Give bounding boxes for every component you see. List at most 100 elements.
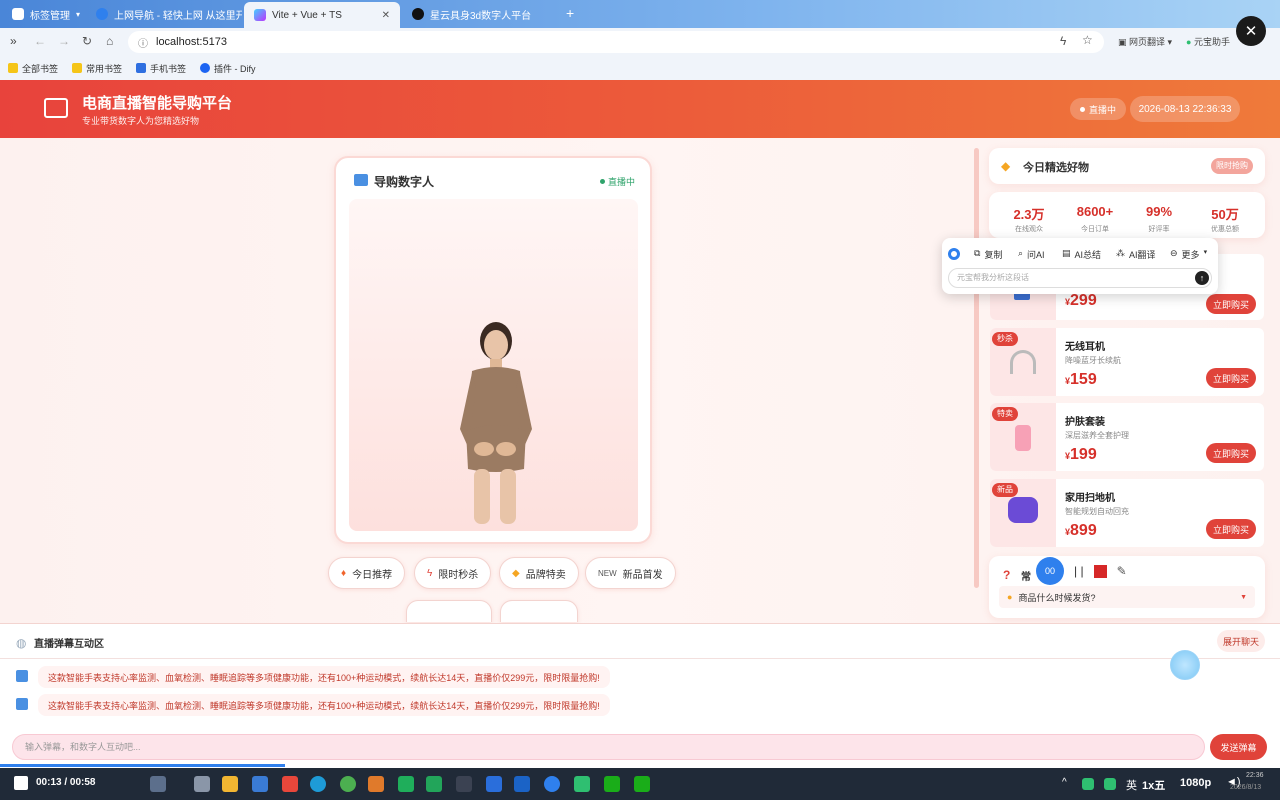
- taskview-icon[interactable]: [194, 776, 210, 792]
- url-field[interactable]: ⓘ localhost:5173: [128, 31, 1104, 53]
- home-icon[interactable]: ⌂: [106, 34, 113, 48]
- star-icon: [8, 63, 18, 73]
- terminal-icon[interactable]: [398, 776, 414, 792]
- code-editor-icon[interactable]: [486, 776, 502, 792]
- app-icon[interactable]: [368, 776, 384, 792]
- ask-ai-button[interactable]: ⌕ 问AI: [1018, 248, 1045, 261]
- vscode-icon[interactable]: [514, 776, 530, 792]
- new-tab-button[interactable]: +: [566, 5, 574, 21]
- reload-icon[interactable]: ↻: [82, 34, 92, 48]
- stop-icon[interactable]: [1093, 564, 1107, 578]
- danmaku-message: 这款智能手表支持心率监测、血氧检测、睡眠追踪等多项健康功能，还有100+种运动模…: [38, 666, 610, 688]
- store-icon[interactable]: [252, 776, 268, 792]
- copy-button[interactable]: ⧉ 复制: [974, 248, 1002, 261]
- chevron-down-icon: ▼: [1240, 593, 1247, 601]
- cart-icon: [44, 98, 68, 118]
- buy-button[interactable]: 立即购买: [1206, 443, 1256, 463]
- widget-icon[interactable]: [150, 776, 166, 792]
- quality-selector[interactable]: 1080p: [1180, 777, 1211, 789]
- chat-app-icon[interactable]: [604, 776, 620, 792]
- close-tab-icon[interactable]: ✕: [382, 10, 390, 21]
- new-icon: NEW: [598, 568, 617, 578]
- tag-icon: ◆: [512, 567, 520, 579]
- close-overlay-button[interactable]: ✕: [1236, 16, 1266, 46]
- product-card: 秒杀 无线耳机 降噪蓝牙长续航 ¥159 立即购买: [990, 328, 1264, 396]
- bookmark-icon: [136, 63, 147, 73]
- flash-sale-button[interactable]: ϟ 限时秒杀: [414, 557, 492, 589]
- bookmark-common[interactable]: 常用书签: [72, 62, 122, 75]
- danmaku-input[interactable]: 输入弹幕，和数字人互动吧...: [12, 734, 1205, 760]
- floating-assistant-icon[interactable]: [1170, 650, 1200, 680]
- translate-icon: ⁂: [1116, 248, 1125, 258]
- sidebar-toggle-icon[interactable]: »: [10, 34, 17, 48]
- tray-icon[interactable]: [1104, 778, 1116, 790]
- dify-icon: [200, 63, 211, 73]
- wechat-icon[interactable]: [574, 776, 590, 792]
- more-button[interactable]: ⊖ 更多 ▾: [1170, 248, 1207, 261]
- live-badge: 直播中: [1070, 98, 1127, 120]
- assistant-button[interactable]: ● 元宝助手: [1186, 35, 1230, 48]
- partial-action-button[interactable]: [406, 600, 492, 622]
- bookmark-dify[interactable]: 插件 - Dify: [200, 62, 256, 75]
- copy-icon: ⧉: [974, 248, 981, 258]
- buy-button[interactable]: 立即购买: [1206, 519, 1256, 539]
- ai-prompt-input[interactable]: 元宝帮我分析这段话 ↑: [948, 268, 1212, 288]
- app-subtitle: 专业带货数字人为您精选好物: [82, 116, 200, 126]
- bookmark-all[interactable]: 全部书签: [8, 62, 58, 75]
- goods-header-card: ◆ 今日精选好物 限时抢购: [989, 148, 1265, 184]
- shopping-bag-icon: [354, 174, 368, 186]
- tray-icon[interactable]: [1082, 778, 1094, 790]
- bookmarks-bar: 全部书签 常用书签 手机书签 插件 - Dify: [0, 56, 1280, 80]
- send-danmaku-button[interactable]: 发送弹幕: [1210, 734, 1267, 760]
- tab-bookmark-manager[interactable]: 标签管理 ▾: [2, 2, 84, 26]
- brand-sale-button[interactable]: ◆ 品牌特卖: [499, 557, 579, 589]
- avatar-card: 导购数字人 直播中: [334, 156, 652, 544]
- avatar-panel-title: 导购数字人: [374, 175, 435, 189]
- question-icon: ?: [1003, 568, 1011, 582]
- browser-icon[interactable]: [340, 776, 356, 792]
- folder-icon[interactable]: [222, 776, 238, 792]
- pause-icon[interactable]: | |: [1074, 564, 1084, 578]
- tab-vite-app[interactable]: Vite + Vue + TS ✕: [244, 2, 400, 28]
- tab-digital-human[interactable]: 星云具身3d数字人平台: [402, 2, 558, 26]
- star-icon[interactable]: ☆: [1082, 33, 1093, 47]
- playback-time: 00:13 / 00:58: [36, 777, 96, 788]
- lightning-icon[interactable]: ϟ: [1060, 34, 1066, 48]
- new-arrival-button[interactable]: NEW 新品首发: [585, 557, 676, 589]
- today-recommend-button[interactable]: ♦ 今日推荐: [328, 557, 406, 589]
- playback-progress[interactable]: [0, 764, 285, 767]
- app-icon[interactable]: [426, 776, 442, 792]
- playback-speed[interactable]: 1x五: [1142, 777, 1165, 793]
- chevron-up-icon[interactable]: ^: [1062, 777, 1067, 788]
- scroll-indicator: [974, 148, 979, 588]
- record-timer[interactable]: 00: [1036, 557, 1064, 585]
- partial-action-button[interactable]: [500, 600, 578, 622]
- ai-translate-button[interactable]: ⁂ AI翻译: [1116, 248, 1156, 261]
- app-title: 电商直播智能导购平台: [82, 95, 233, 112]
- back-icon[interactable]: ←: [34, 34, 46, 48]
- faq-item[interactable]: ● 商品什么时候发货? ▼: [999, 586, 1255, 608]
- sidebar-icon: [12, 8, 24, 20]
- buy-button[interactable]: 立即购买: [1206, 294, 1256, 314]
- pen-icon[interactable]: ✎: [1117, 564, 1127, 578]
- bookmark-mobile[interactable]: 手机书签: [136, 62, 186, 75]
- product-card: 特卖 护肤套装 深层滋养全套护理 ¥199 立即购买: [990, 403, 1264, 471]
- pause-icon[interactable]: [14, 776, 28, 790]
- buy-button[interactable]: 立即购买: [1206, 368, 1256, 388]
- tab-navigation[interactable]: 上网导航 - 轻快上网 从这里开始: [86, 2, 242, 26]
- expand-chat-button[interactable]: 展开聊天: [1217, 630, 1265, 652]
- ai-summary-button[interactable]: ▤ AI总结: [1062, 248, 1101, 261]
- terminal-icon[interactable]: [456, 776, 472, 792]
- edge-icon[interactable]: [310, 776, 326, 792]
- stats-card: 2.3万 在线观众 8600+ 今日订单 99% 好评率 50万 优惠总额: [989, 192, 1265, 238]
- search-icon: ⌕: [1018, 248, 1024, 258]
- translate-button[interactable]: ▣ 网页翻译 ▾: [1118, 35, 1172, 48]
- ime-language[interactable]: 英: [1126, 777, 1137, 793]
- limited-badge: 限时抢购: [1211, 158, 1253, 174]
- app-icon[interactable]: [282, 776, 298, 792]
- send-arrow-icon[interactable]: ↑: [1195, 271, 1209, 285]
- chat-app-icon[interactable]: [634, 776, 650, 792]
- search-app-icon[interactable]: [544, 776, 560, 792]
- forward-icon[interactable]: →: [58, 34, 70, 48]
- minus-circle-icon: ⊖: [1170, 248, 1178, 258]
